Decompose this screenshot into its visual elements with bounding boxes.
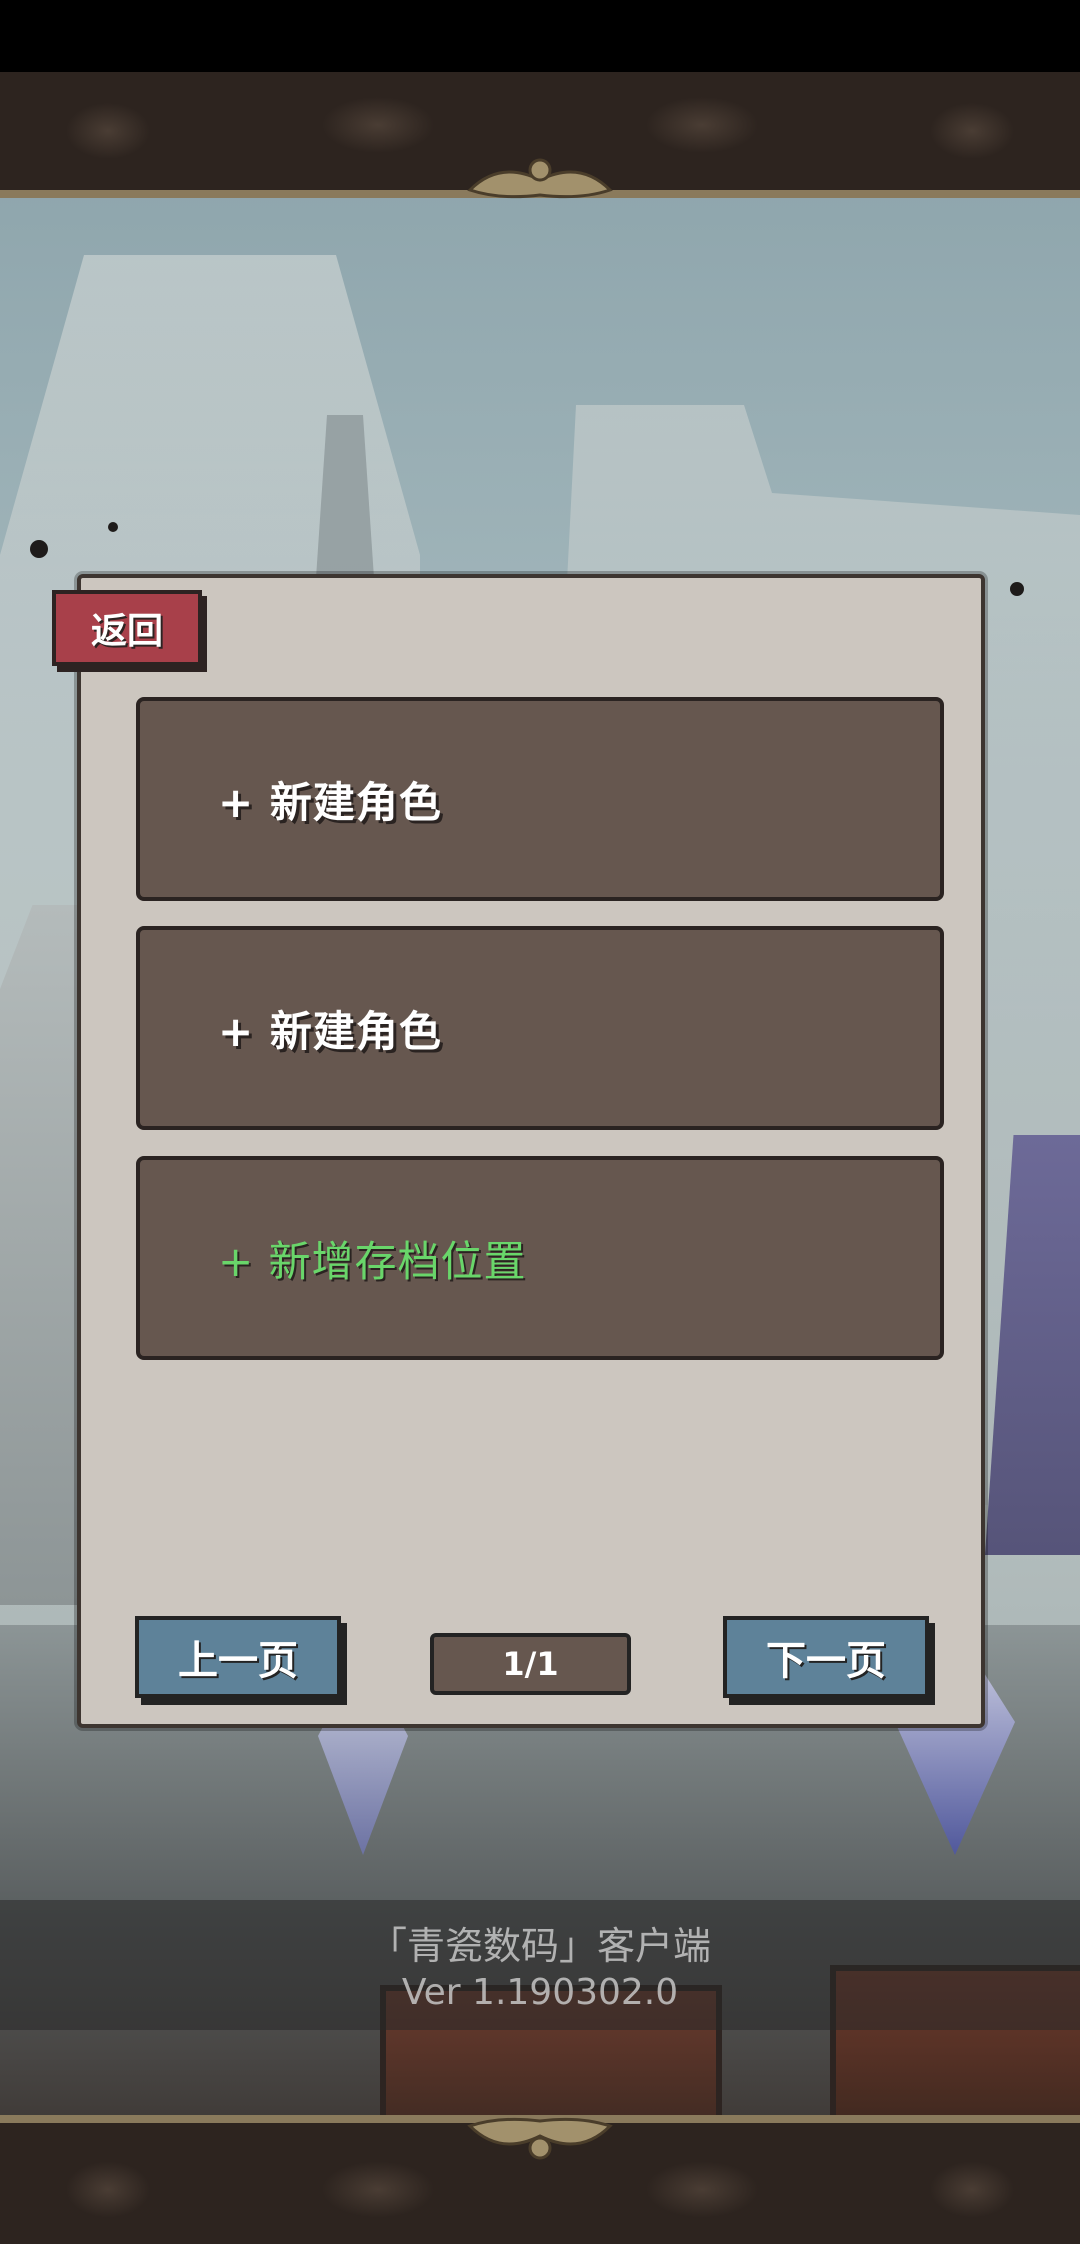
save-slot-label: + 新建角色 xyxy=(218,777,442,827)
add-save-slot-label: + 新增存档位置 xyxy=(218,1236,527,1286)
next-page-button[interactable]: 下一页 xyxy=(723,1616,929,1698)
ornament-bottom-icon xyxy=(467,2117,613,2160)
add-save-slot[interactable]: + 新增存档位置 xyxy=(136,1156,944,1360)
ornament-top-icon xyxy=(467,158,613,199)
save-slot-1[interactable]: + 新建角色 xyxy=(136,697,944,901)
ink-splat xyxy=(108,522,118,532)
save-slot-2[interactable]: + 新建角色 xyxy=(136,926,944,1130)
ink-splat xyxy=(1010,582,1024,596)
game-screen: 返回 + 新建角色 + 新建角色 + 新增存档位置 上一页 1/1 下一页 「青… xyxy=(0,0,1080,2244)
back-button[interactable]: 返回 xyxy=(52,590,202,666)
app-version: Ver 1.190302.0 xyxy=(401,1972,679,2013)
page-indicator: 1/1 xyxy=(430,1633,631,1695)
app-title: 「青瓷数码」客户端 xyxy=(368,1924,711,1968)
ink-splat xyxy=(30,540,48,558)
prev-page-button[interactable]: 上一页 xyxy=(135,1616,341,1698)
save-slot-label: + 新建角色 xyxy=(218,1006,442,1056)
